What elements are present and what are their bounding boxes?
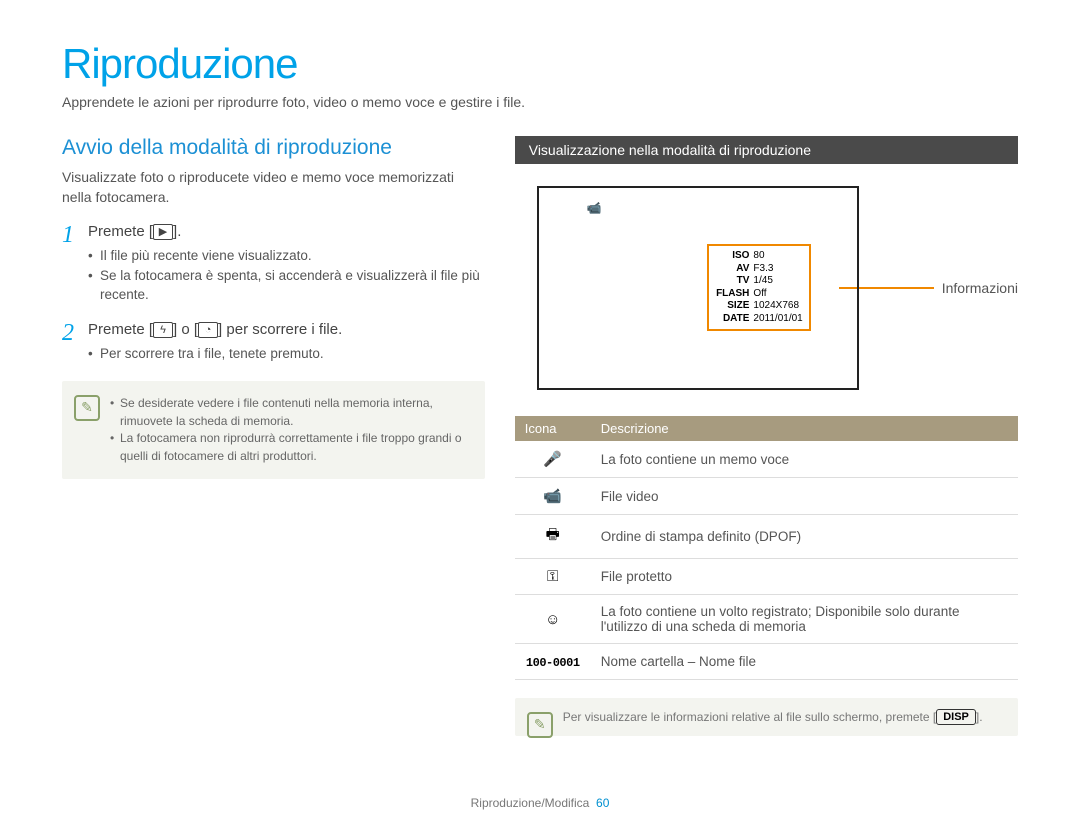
step-text: Premete [▶]. — [88, 223, 485, 240]
step-number: 1 — [62, 223, 88, 305]
table-desc: La foto contiene un memo voce — [591, 441, 1018, 478]
face-icon: ☺ — [646, 201, 658, 215]
callout-label: Informazioni — [942, 280, 1018, 296]
manual-page: Riproduzione Apprendete le azioni per ri… — [0, 0, 1080, 830]
key-icon: ⚿ — [515, 559, 591, 595]
icon-table: Icona Descrizione 🎤 La foto contiene un … — [515, 416, 1018, 680]
step-bullet: Per scorrere tra i file, tenete premuto. — [88, 344, 485, 364]
table-desc: Nome cartella – Nome file — [591, 644, 1018, 680]
table-row: 📹 File video — [515, 478, 1018, 515]
info-overlay: ISO80 AVF3.3 TV1/45 FLASHOff SIZE1024X76… — [707, 244, 810, 331]
battery-icon — [827, 202, 847, 214]
table-row: 100-0001 Nome cartella – Nome file — [515, 644, 1018, 680]
right-column: Visualizzazione nella modalità di riprod… — [515, 136, 1018, 736]
page-title: Riproduzione — [62, 40, 1018, 88]
note-text: Per visualizzare le informazioni relativ… — [563, 710, 983, 724]
table-desc: La foto contiene un volto registrato; Di… — [591, 595, 1018, 644]
face-icon: ☺ — [515, 595, 591, 644]
page-footer: Riproduzione/Modifica 60 — [62, 796, 1018, 810]
note-item: La fotocamera non riprodurrà correttamen… — [110, 430, 471, 465]
footer-section: Riproduzione/Modifica — [471, 796, 590, 810]
play-mode-icon: ▶ — [549, 196, 579, 220]
table-desc: File video — [591, 478, 1018, 515]
subsection-bar: Visualizzazione nella modalità di riprod… — [515, 136, 1018, 164]
step-text: Premete [ϟ] o [◔] per scorrere i file. — [88, 321, 485, 338]
file-number: 100-0001 — [732, 201, 798, 215]
disp-button-icon: DISP — [936, 709, 976, 725]
flash-icon: ϟ — [153, 322, 173, 338]
card-icon: 1M — [803, 203, 821, 214]
table-desc: Ordine di stampa definito (DPOF) — [591, 515, 1018, 559]
table-desc: File protetto — [591, 559, 1018, 595]
camcorder-icon: 📹 — [587, 201, 602, 215]
lock-icon: ⚿ — [629, 201, 638, 216]
note-icon: ✎ — [527, 712, 553, 738]
camcorder-icon: 📹 — [515, 478, 591, 515]
page-number: 60 — [596, 796, 609, 810]
note-item: Se desiderate vedere i file contenuti ne… — [110, 395, 471, 430]
page-lead: Apprendete le azioni per riprodurre foto… — [62, 94, 1018, 110]
step-number: 2 — [62, 321, 88, 364]
printer-icon: 🖶 — [515, 515, 591, 559]
step-bullet: Il file più recente viene visualizzato. — [88, 246, 485, 266]
play-button-icon: ▶ — [153, 224, 173, 240]
section-intro: Visualizzate foto o riproducete video e … — [62, 168, 485, 207]
mic-icon: 🎤 — [515, 441, 591, 478]
table-row: 🎤 La foto contiene un memo voce — [515, 441, 1018, 478]
table-row: ⚿ File protetto — [515, 559, 1018, 595]
step-1: 1 Premete [▶]. Il file più recente viene… — [62, 223, 485, 305]
timer-icon: ◔ — [198, 322, 218, 338]
section-heading: Avvio della modalità di riproduzione — [62, 136, 485, 160]
table-row: 🖶 Ordine di stampa definito (DPOF) — [515, 515, 1018, 559]
lcd-preview: ▶ 📹 🖶 ⚿ ☺ 100-0001 1M ISO8 — [537, 186, 859, 390]
step-bullet: Se la fotocamera è spenta, si accenderà … — [88, 266, 485, 305]
note-icon: ✎ — [74, 395, 100, 421]
table-header-icon: Icona — [515, 416, 591, 441]
printer-icon: 🖶 — [610, 198, 621, 219]
step-2: 2 Premete [ϟ] o [◔] per scorrere i file.… — [62, 321, 485, 364]
note-box: ✎ Per visualizzare le informazioni relat… — [515, 698, 1018, 736]
table-header-desc: Descrizione — [591, 416, 1018, 441]
left-column: Avvio della modalità di riproduzione Vis… — [62, 136, 515, 736]
table-row: ☺ La foto contiene un volto registrato; … — [515, 595, 1018, 644]
file-number-icon: 100-0001 — [515, 644, 591, 680]
note-box: ✎ Se desiderate vedere i file contenuti … — [62, 381, 485, 479]
